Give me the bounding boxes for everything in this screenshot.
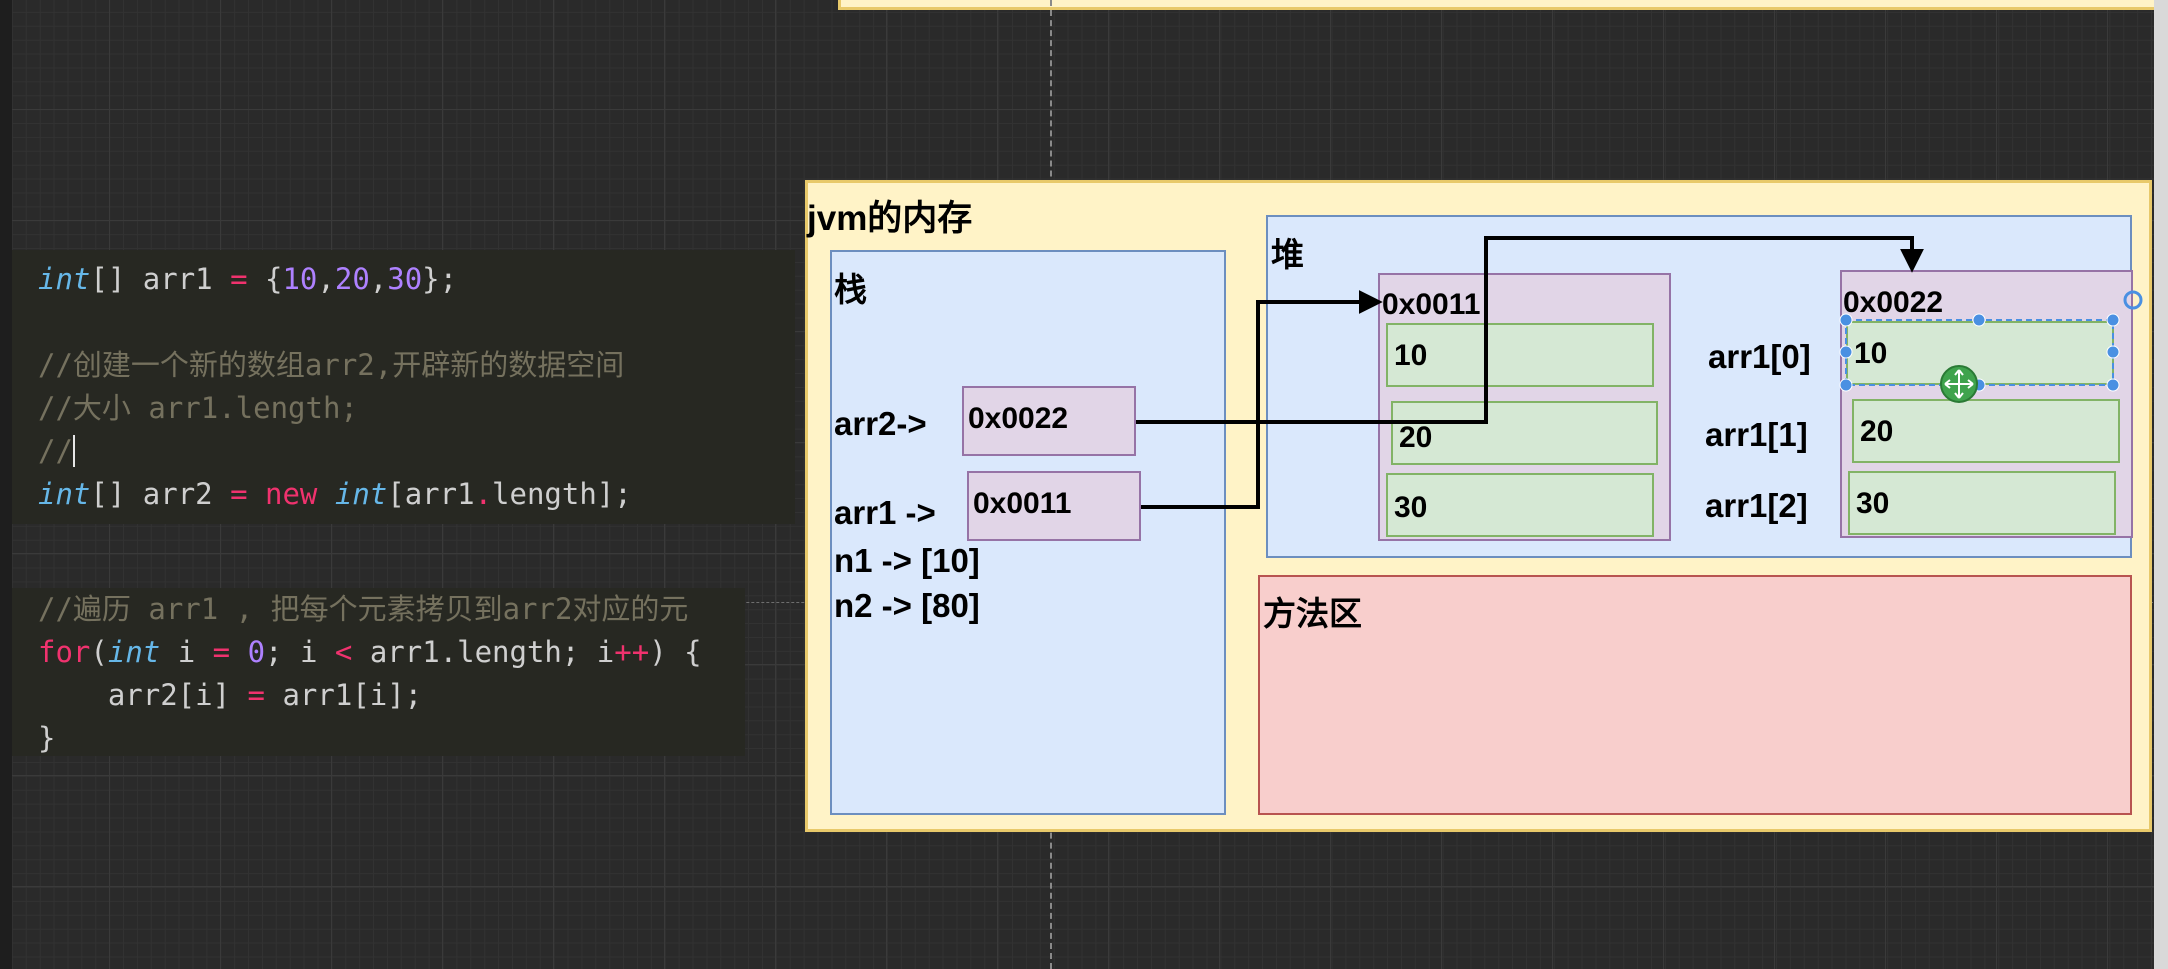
heap-array-arr1-cell-0[interactable]: 10 [1386,323,1654,387]
cell-value: 30 [1394,491,1428,524]
code-token: [] arr2 [90,477,231,511]
n2-var: n2 -> [80] [834,587,980,624]
code-token: , [369,262,388,296]
code-token: = [247,678,265,712]
code-token: 20 [334,262,370,296]
code-token: , [317,262,335,296]
code-line: arr2[i] = arr1[i]; [38,674,745,717]
code-token: //大小 arr1.length; [38,391,358,425]
arr1-ref-value: 0x0011 [973,487,1072,520]
code-line: //创建一个新的数组arr2,开辟新的数据空间 [38,344,795,387]
code-token: [arr1 [387,477,475,511]
code-token: int [334,477,388,511]
code-token: length]; [492,477,632,511]
code-token: 30 [387,262,423,296]
code-token: ++ [614,635,650,669]
index-label-0: arr1[0] [1708,338,1811,375]
jvm-title: jvm的内存 [807,199,973,238]
code-token: ) { [649,635,702,669]
code-token: int [38,262,91,296]
code-token: } [38,721,56,755]
code-token: //遍历 arr1 , 把每个元素拷贝到arr2对应的元 [38,592,689,626]
code-token: { [247,262,283,296]
heap-array-arr2-cell-0[interactable]: 10 [1846,321,2114,385]
cell-value: 10 [1854,337,1888,370]
method-area-panel[interactable] [1258,575,2132,815]
code-token: = [230,477,248,511]
index-label-1: arr1[1] [1705,416,1808,453]
code-token: for [38,635,91,669]
cell-value: 30 [1856,487,1890,520]
heap-array-arr2-cell-1[interactable]: 20 [1852,399,2120,463]
arr2-ref-box[interactable]: 0x0022 [962,386,1136,456]
arr1-ref-box[interactable]: 0x0011 [967,471,1141,541]
heap-array-arr2-cell-2[interactable]: 30 [1848,471,2116,535]
heap-array-arr1-cell-2[interactable]: 30 [1386,473,1654,537]
code-token: 10 [282,262,318,296]
code-line: //遍历 arr1 , 把每个元素拷贝到arr2对应的元 [38,588,745,631]
code-token: //创建一个新的数组arr2,开辟新的数据空间 [38,348,625,382]
code-line: int[] arr1 = {10,20,30}; [38,258,795,301]
code-token: new [265,477,318,511]
code-token: = [230,262,248,296]
code-token: arr1[i]; [264,678,423,712]
code-token: int [38,477,91,511]
code-block-array-declaration: int[] arr1 = {10,20,30};//创建一个新的数组arr2,开… [12,250,795,524]
arr2-var-label: arr2-> [834,405,927,442]
code-token: < [334,635,353,669]
code-token: . [474,477,493,511]
code-line: //大小 arr1.length; [38,387,795,430]
left-edge [0,0,12,969]
code-token: = [212,635,231,669]
index-label-2: arr1[2] [1705,487,1808,524]
code-token: [] arr1 [90,262,231,296]
code-token: arr1.length; i [352,635,615,669]
cell-value: 20 [1860,415,1894,448]
cell-value: 20 [1399,421,1433,454]
code-line: // [38,430,795,473]
code-token: 0 [247,635,266,669]
code-token: }; [422,262,458,296]
offscreen-frame-top [838,0,2168,10]
heap-array-arr2-address: 0x0022 [1843,286,1944,319]
code-token: ( [90,635,108,669]
scrollbar-right[interactable] [2154,0,2168,969]
code-token: i [160,635,213,669]
arr1-var-label: arr1 -> [834,494,936,531]
code-block-copy-loop: //遍历 arr1 , 把每个元素拷贝到arr2对应的元 for(int i = … [12,588,745,756]
heap-label: 堆 [1271,236,1304,273]
code-line: for(int i = 0; i < arr1.length; i++) { [38,631,745,674]
heap-array-arr1-address: 0x0011 [1382,288,1481,321]
n1-var: n1 -> [10] [834,542,980,579]
method-area-label: 方法区 [1263,595,1362,632]
cell-value: 10 [1394,339,1428,372]
heap-array-arr1-cell-1[interactable]: 20 [1391,401,1658,465]
stack-label: 栈 [834,271,867,308]
code-line: } [38,717,745,760]
code-token: // [38,434,73,468]
code-token: ; i [265,635,335,669]
code-token: int [107,635,161,669]
code-token: arr2[i] [38,678,248,712]
code-line: int[] arr2 = new int[arr1.length]; [38,473,795,516]
arr2-ref-value: 0x0022 [968,402,1069,435]
text-cursor [72,435,75,467]
